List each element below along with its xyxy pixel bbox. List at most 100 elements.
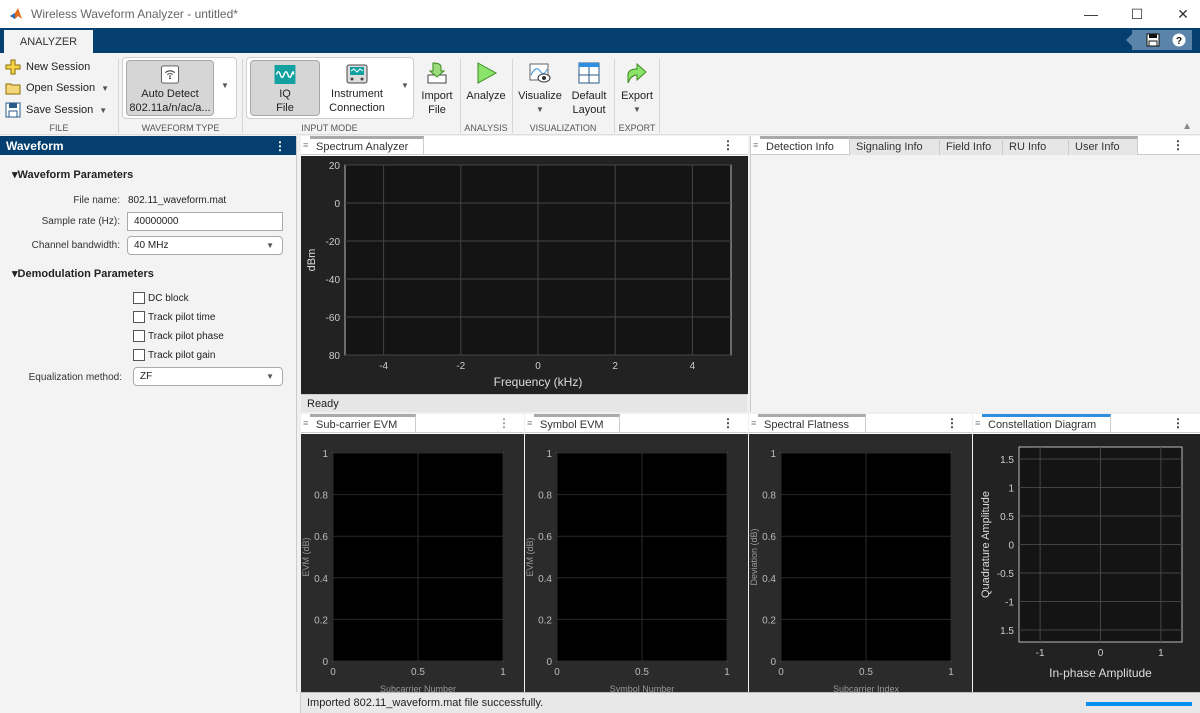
export-arrow-icon (627, 62, 647, 84)
maximize-button[interactable]: ☐ (1114, 0, 1160, 28)
dc-block-checkbox[interactable]: DC block (133, 292, 189, 304)
visualize-button[interactable]: Visualize ▼ (517, 61, 563, 117)
y-tick-label: 0.2 (538, 615, 552, 626)
track-pilot-time-checkbox[interactable]: Track pilot time (133, 311, 215, 323)
demodulation-parameters-section[interactable]: ▾Demodulation Parameters (12, 267, 154, 280)
y-axis-label: Deviation (dB) (749, 528, 759, 585)
drag-handle-icon[interactable]: ≡ (527, 418, 532, 428)
x-axis-label: Subcarrier Index (833, 684, 900, 692)
drag-handle-icon[interactable]: ≡ (753, 140, 758, 150)
help-icon[interactable]: ? (1172, 33, 1186, 47)
channel-bandwidth-label: Channel bandwidth: (31, 240, 120, 251)
tab-spectral-flatness[interactable]: Spectral Flatness (758, 414, 866, 433)
equalization-method-value: ZF (140, 371, 153, 382)
collapse-ribbon-icon[interactable]: ▲ (1182, 121, 1192, 132)
close-button[interactable]: ✕ (1160, 0, 1200, 28)
minimize-button[interactable]: — (1068, 0, 1114, 28)
file-group: New Session Open Session ▼ Save Session … (0, 53, 118, 135)
tab-ru-info[interactable]: RU Info (1003, 136, 1069, 155)
import-file-button[interactable]: Import File (418, 61, 456, 117)
save-icon[interactable] (1146, 33, 1160, 47)
track-pilot-phase-checkbox[interactable]: Track pilot phase (133, 330, 224, 342)
y-tick-label: 0.5 (1000, 512, 1014, 523)
y-tick-label: 0.8 (762, 491, 776, 502)
chevron-down-icon[interactable]: ▼ (99, 106, 107, 115)
tab-spectrum-analyzer[interactable]: Spectrum Analyzer (310, 136, 424, 155)
subcarrier-evm-panel: ≡ Sub-carrier EVM ⋮ 0 0.5 1 1 0.8 0.6 0.4 0.2 0 S… (301, 414, 524, 694)
checkbox-box[interactable] (133, 349, 145, 361)
analysis-group-label: ANALYSIS (464, 123, 508, 133)
y-tick-label: 20 (329, 161, 341, 172)
visualize-label: Visualize (518, 90, 562, 102)
input-mode-group-label: INPUT MODE (301, 123, 358, 133)
checkbox-box[interactable] (133, 292, 145, 304)
y-tick-label: 1.5 (1000, 455, 1014, 466)
checkbox-box[interactable] (133, 330, 145, 342)
tab-signaling-info[interactable]: Signaling Info (850, 136, 940, 155)
drag-handle-icon[interactable]: ≡ (975, 418, 980, 428)
x-tick-label: 1 (724, 667, 730, 678)
chevron-down-icon[interactable]: ▼ (101, 84, 109, 93)
folder-icon (5, 83, 21, 95)
analyze-button[interactable]: Analyze (465, 61, 507, 103)
visualize-icon (529, 63, 551, 83)
tab-symbol-evm[interactable]: Symbol EVM (534, 414, 620, 433)
track-pilot-gain-checkbox[interactable]: Track pilot gain (133, 349, 215, 361)
kebab-menu-icon[interactable]: ⋮ (722, 138, 734, 152)
x-tick-label: 2 (612, 361, 618, 372)
drag-handle-icon[interactable]: ≡ (751, 418, 756, 428)
y-tick-label: 0.6 (314, 532, 328, 543)
y-tick-label: 0 (1008, 541, 1014, 552)
kebab-menu-icon[interactable]: ⋮ (498, 416, 510, 430)
connection-label: Connection (329, 102, 385, 114)
auto-detect-button[interactable]: Auto Detect 802.11a/n/ac/a... (126, 60, 214, 116)
svg-text:?: ? (1176, 36, 1182, 47)
y-tick-label: 0.6 (762, 532, 776, 543)
iq-file-button[interactable]: IQ File (250, 60, 320, 116)
tab-subcarrier-evm[interactable]: Sub-carrier EVM (310, 414, 416, 433)
tab-analyzer[interactable]: ANALYZER (4, 30, 93, 53)
sample-rate-input[interactable]: 40000000 (127, 212, 283, 231)
drag-handle-icon[interactable]: ≡ (303, 418, 308, 428)
x-tick-label: 0.5 (411, 667, 425, 678)
channel-bandwidth-dropdown[interactable]: 40 MHz ▼ (127, 236, 283, 255)
tab-field-info[interactable]: Field Info (940, 136, 1003, 155)
new-session-button[interactable]: New Session (5, 57, 90, 77)
drag-handle-icon[interactable]: ≡ (303, 140, 308, 150)
x-tick-label: 0 (330, 667, 336, 678)
wifi-icon (160, 65, 180, 84)
constellation-diagram-chart: -1 0 1 1.5 1 0.5 0 -0.5 -1 1.5 In-phase Amplitude Q… (980, 446, 1183, 680)
auto-detect-label: Auto Detect (141, 88, 199, 100)
default-layout-button[interactable]: Default Layout (567, 61, 611, 117)
signaling-info-tab-label: Signaling Info (856, 141, 923, 153)
waveform-parameters-section[interactable]: ▾Waveform Parameters (12, 168, 133, 181)
tab-detection-info[interactable]: Detection Info (760, 136, 850, 155)
channel-bandwidth-value: 40 MHz (134, 240, 169, 251)
equalization-method-dropdown[interactable]: ZF ▼ (133, 367, 283, 386)
iq-label: IQ (279, 88, 291, 100)
kebab-menu-icon[interactable]: ⋮ (722, 416, 734, 430)
kebab-menu-icon[interactable]: ⋮ (1172, 138, 1184, 152)
y-tick-label: -0.5 (997, 569, 1015, 580)
open-session-button[interactable]: Open Session ▼ (5, 78, 109, 98)
export-button[interactable]: Export ▼ (617, 61, 657, 117)
kebab-menu-icon[interactable]: ⋮ (274, 139, 286, 153)
save-session-button[interactable]: Save Session ▼ (5, 100, 107, 120)
waveform-type-dropdown-icon[interactable]: ▼ (221, 81, 229, 90)
x-tick-label: 0 (535, 361, 541, 372)
x-axis-label: In-phase Amplitude (1049, 666, 1152, 680)
ribbon-tabstrip: ANALYZER ? (0, 28, 1200, 53)
kebab-menu-icon[interactable]: ⋮ (1172, 416, 1184, 430)
symbol-evm-tab-label: Symbol EVM (540, 419, 604, 431)
tab-user-info[interactable]: User Info (1069, 136, 1138, 155)
tab-constellation-diagram[interactable]: Constellation Diagram (982, 414, 1111, 433)
visualization-group: Visualize ▼ Default Layout VISUALIZATION (513, 53, 613, 135)
input-mode-dropdown-icon[interactable]: ▼ (401, 81, 409, 90)
info-panel: ≡ Detection Info Signaling Info Field In… (750, 136, 1200, 412)
new-session-label: New Session (26, 61, 91, 73)
import-icon (427, 62, 447, 84)
kebab-menu-icon[interactable]: ⋮ (946, 416, 958, 430)
checkbox-box[interactable] (133, 311, 145, 323)
instrument-connection-button[interactable]: Instrument Connection (323, 64, 391, 115)
chevron-down-icon: ▼ (536, 105, 544, 114)
